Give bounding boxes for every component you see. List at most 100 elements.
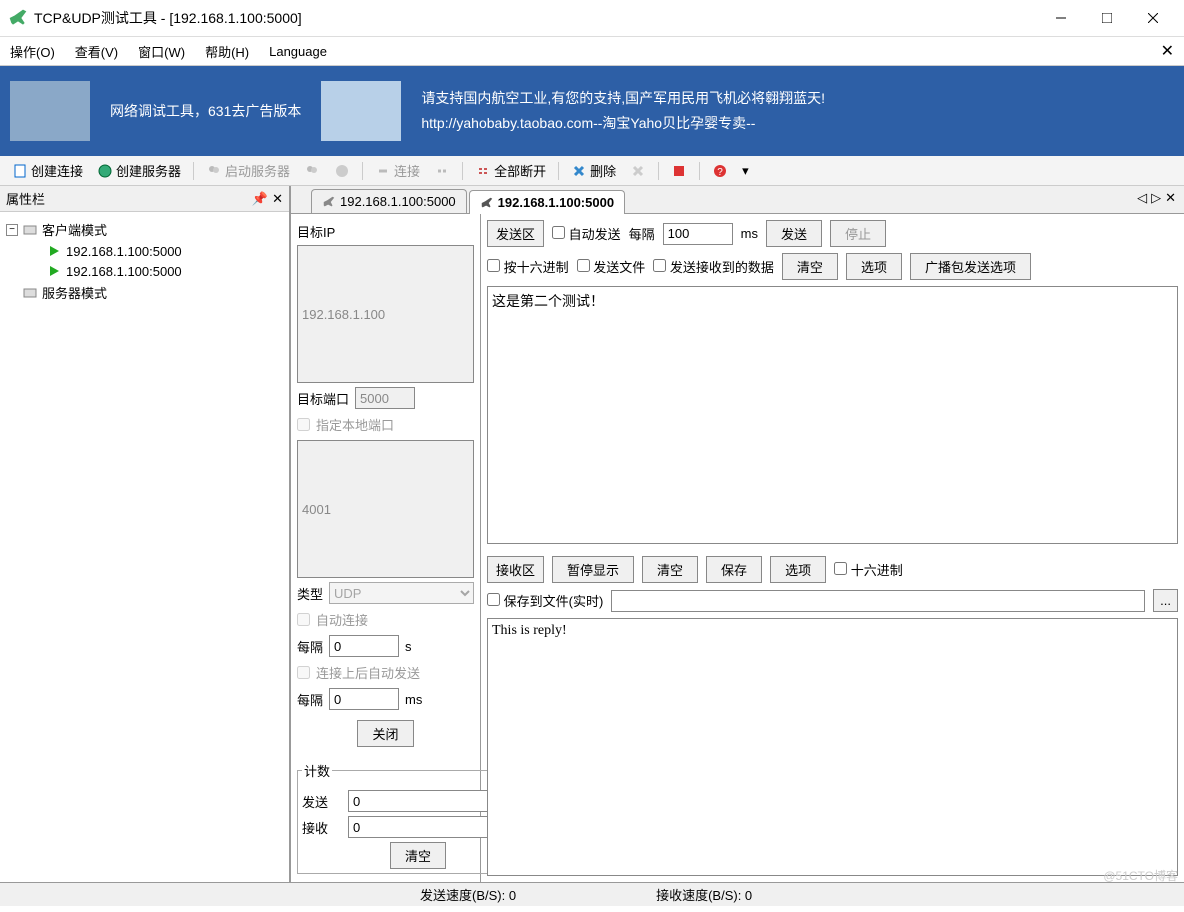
- help-button[interactable]: ?: [708, 161, 732, 181]
- delete-grey-icon: [630, 163, 646, 179]
- sidebar-header: 属性栏 📌 ✕: [0, 186, 289, 212]
- send-speed: 发送速度(B/S): 0: [400, 885, 536, 904]
- tab-prev-icon[interactable]: ◁: [1137, 190, 1147, 206]
- send-area-label: 发送区: [487, 220, 544, 247]
- menubar: 操作(O) 查看(V) 窗口(W) 帮助(H) Language ✕: [0, 36, 1184, 66]
- menu-language[interactable]: Language: [269, 44, 327, 59]
- interval-ms-input[interactable]: [329, 688, 399, 710]
- recv-textarea[interactable]: This is reply!: [487, 618, 1178, 876]
- connection-settings-panel: 目标IP 目标端口 指定本地端口 类型 UDP 自动连接: [291, 214, 481, 882]
- play-icon: [46, 263, 62, 279]
- save-recv-button[interactable]: 保存: [706, 556, 762, 583]
- tree-server-mode[interactable]: 服务器模式: [6, 281, 283, 304]
- hex-send-checkbox[interactable]: [487, 259, 500, 272]
- save-file-path-input[interactable]: [611, 590, 1145, 612]
- pin-icon[interactable]: 📌: [252, 191, 268, 207]
- clear-send-button[interactable]: 清空: [782, 253, 838, 280]
- help-icon: ?: [712, 163, 728, 179]
- interval-s-label: 每隔: [297, 637, 323, 656]
- connect-button[interactable]: 连接: [371, 159, 424, 182]
- auto-connect-label: 自动连接: [316, 610, 368, 629]
- menu-window[interactable]: 窗口(W): [138, 42, 185, 61]
- send-interval-label: 每隔: [629, 224, 655, 243]
- delete-all-button: [626, 161, 650, 181]
- menu-view[interactable]: 查看(V): [75, 42, 118, 61]
- send-interval-input[interactable]: [663, 223, 733, 245]
- banner: 网络调试工具，631去广告版本 请支持国内航空工业,有您的支持,国产军用民用飞机…: [0, 66, 1184, 156]
- save-file-checkbox[interactable]: [487, 593, 500, 606]
- play-icon: [46, 243, 62, 259]
- document-icon: [12, 163, 28, 179]
- send-button[interactable]: 发送: [766, 220, 822, 247]
- hex-recv-checkbox[interactable]: [834, 562, 847, 575]
- send-file-checkbox[interactable]: [577, 259, 590, 272]
- interval-s-input[interactable]: [329, 635, 399, 657]
- disconnect-all-button[interactable]: 全部断开: [471, 159, 550, 182]
- sidebar-close-icon[interactable]: ✕: [272, 191, 283, 207]
- create-connection-button[interactable]: 创建连接: [8, 159, 87, 182]
- window-title: TCP&UDP测试工具 - [192.168.1.100:5000]: [34, 8, 1038, 28]
- menu-help[interactable]: 帮助(H): [205, 42, 249, 61]
- stop-icon: [671, 163, 687, 179]
- target-port-input: [355, 387, 415, 409]
- target-ip-input: [297, 245, 474, 383]
- dropdown-button[interactable]: ▾: [738, 161, 753, 181]
- local-port-checkbox: [297, 418, 310, 431]
- target-port-label: 目标端口: [297, 389, 349, 408]
- target-ip-label: 目标IP: [297, 222, 474, 241]
- tree-conn-1[interactable]: 192.168.1.100:5000: [6, 241, 283, 261]
- server-icon: [22, 285, 38, 301]
- unit-s: s: [405, 639, 412, 654]
- unlink-grey-icon: [434, 163, 450, 179]
- mdi-close-button[interactable]: ✕: [1161, 41, 1174, 61]
- tab-icon: [480, 196, 494, 210]
- minimize-button[interactable]: [1038, 3, 1084, 33]
- menu-operate[interactable]: 操作(O): [10, 42, 55, 61]
- recv-area-label: 接收区: [487, 556, 544, 583]
- disabled-stop-button: [330, 161, 354, 181]
- recv-option-button[interactable]: 选项: [770, 556, 826, 583]
- cancel-grey-icon: [334, 163, 350, 179]
- tree-client-mode[interactable]: − 客户端模式: [6, 218, 283, 241]
- toolbar: 创建连接 创建服务器 启动服务器 连接 全部断开 删除 ? ▾: [0, 156, 1184, 186]
- auto-send-checkbox[interactable]: [552, 226, 565, 239]
- delete-button[interactable]: 删除: [567, 159, 620, 182]
- delete-icon: [571, 163, 587, 179]
- tab-nav: ◁ ▷ ✕: [1137, 190, 1176, 206]
- close-button[interactable]: [1130, 3, 1176, 33]
- maximize-button[interactable]: [1084, 3, 1130, 33]
- counter-title: 计数: [302, 761, 332, 780]
- interval-ms-label: 每隔: [297, 690, 323, 709]
- tab-close-icon[interactable]: ✕: [1165, 190, 1176, 206]
- pause-display-button[interactable]: 暂停显示: [552, 556, 634, 583]
- send-option-button[interactable]: 选项: [846, 253, 902, 280]
- create-server-button[interactable]: 创建服务器: [93, 159, 185, 182]
- collapse-icon[interactable]: −: [6, 224, 18, 236]
- close-connection-button[interactable]: 关闭: [357, 720, 413, 747]
- browse-button[interactable]: ...: [1153, 589, 1178, 612]
- auto-send-after-checkbox: [297, 666, 310, 679]
- send-recv-data-checkbox[interactable]: [653, 259, 666, 272]
- unit-ms: ms: [405, 692, 422, 707]
- stop-button[interactable]: [667, 161, 691, 181]
- broadcast-button[interactable]: 广播包发送选项: [910, 253, 1031, 280]
- recv-count-label: 接收: [302, 818, 342, 837]
- banner-text-2: 请支持国内航空工业,有您的支持,国产军用民用飞机必将翱翔蓝天! http://y…: [421, 86, 825, 136]
- type-label: 类型: [297, 584, 323, 603]
- clear-counter-button[interactable]: 清空: [390, 842, 446, 869]
- statusbar: 发送速度(B/S): 0 接收速度(B/S): 0: [0, 882, 1184, 906]
- clear-recv-button[interactable]: 清空: [642, 556, 698, 583]
- tab-2[interactable]: 192.168.1.100:5000: [469, 190, 625, 214]
- tab-next-icon[interactable]: ▷: [1151, 190, 1161, 206]
- recv-speed: 接收速度(B/S): 0: [636, 885, 772, 904]
- tree-conn-2[interactable]: 192.168.1.100:5000: [6, 261, 283, 281]
- unlink-all-icon: [475, 163, 491, 179]
- sidebar-title: 属性栏: [6, 189, 45, 208]
- start-server-button[interactable]: 启动服务器: [202, 159, 294, 182]
- link-grey-icon: [375, 163, 391, 179]
- send-textarea[interactable]: 这是第二个测试！: [487, 286, 1178, 544]
- sidebar: 属性栏 📌 ✕ − 客户端模式 192.168.1.100:5000 192.1…: [0, 186, 290, 882]
- type-select: UDP: [329, 582, 474, 604]
- send-count-label: 发送: [302, 792, 342, 811]
- tab-1[interactable]: 192.168.1.100:5000: [311, 189, 467, 213]
